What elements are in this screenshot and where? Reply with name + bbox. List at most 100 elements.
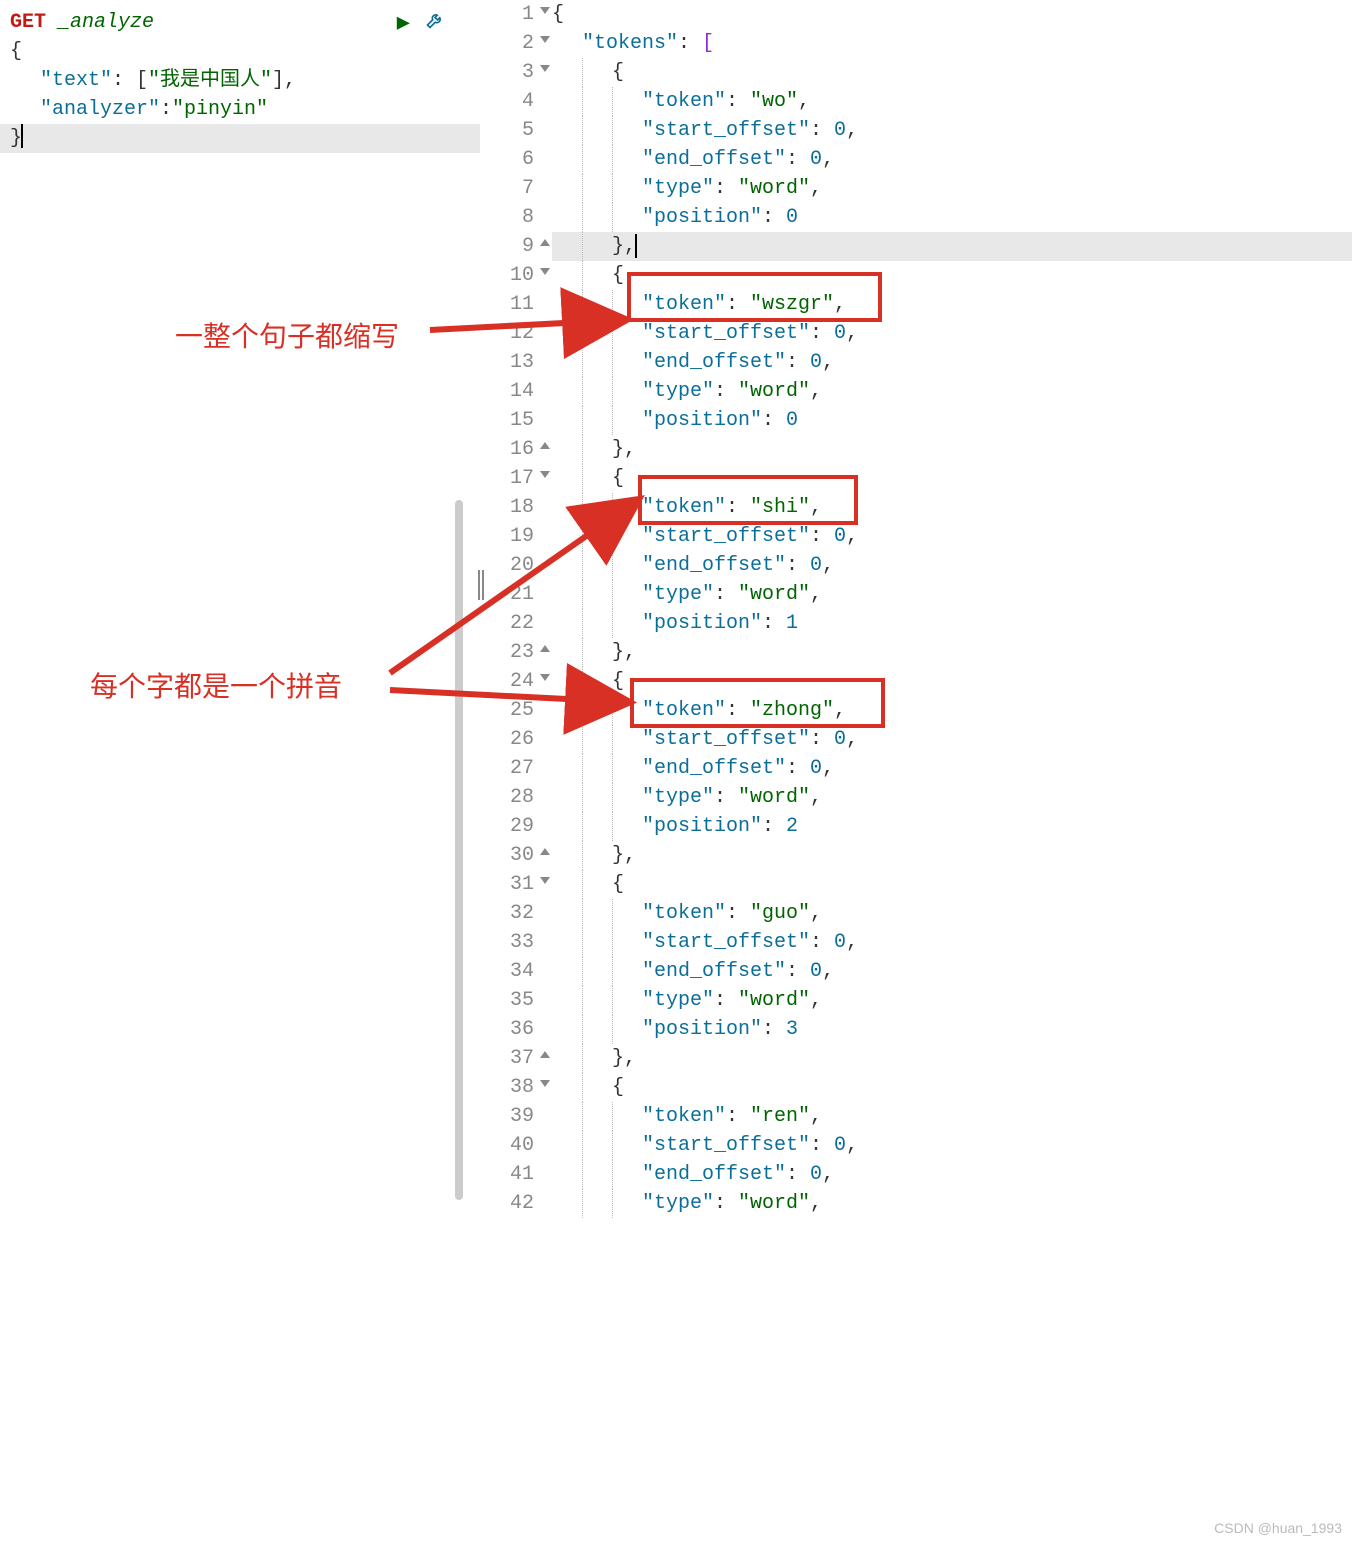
response-line[interactable]: 42"type": "word", — [480, 1189, 1352, 1218]
response-line[interactable]: 26"start_offset": 0, — [480, 725, 1352, 754]
line-number: 40 — [480, 1131, 552, 1160]
line-number: 14 — [480, 377, 552, 406]
line-number: 9 — [480, 232, 552, 261]
response-line[interactable]: 40"start_offset": 0, — [480, 1131, 1352, 1160]
line-number: 41 — [480, 1160, 552, 1189]
request-body-line[interactable]: "text": ["我是中国人"], — [0, 66, 480, 95]
request-body-line[interactable]: { — [0, 37, 480, 66]
fold-icon[interactable] — [540, 442, 550, 449]
http-method: GET — [10, 8, 46, 37]
response-line[interactable]: 3{ — [480, 58, 1352, 87]
wrench-icon[interactable] — [425, 10, 445, 37]
response-line[interactable]: 28"type": "word", — [480, 783, 1352, 812]
line-number: 3 — [480, 58, 552, 87]
response-line[interactable]: 7"type": "word", — [480, 174, 1352, 203]
line-number: 2 — [480, 29, 552, 58]
response-line[interactable]: 13"end_offset": 0, — [480, 348, 1352, 377]
line-number: 5 — [480, 116, 552, 145]
line-number: 1 — [480, 0, 552, 29]
request-editor[interactable]: ▶ GET _analyze {"text": ["我是中国人"],"analy… — [0, 0, 480, 1542]
scrollbar-thumb[interactable] — [455, 500, 463, 1200]
line-number: 29 — [480, 812, 552, 841]
response-line[interactable]: 15"position": 0 — [480, 406, 1352, 435]
line-number: 27 — [480, 754, 552, 783]
response-line[interactable]: 18"token": "shi", — [480, 493, 1352, 522]
endpoint: _analyze — [58, 8, 154, 37]
response-line[interactable]: 19"start_offset": 0, — [480, 522, 1352, 551]
response-line[interactable]: 31{ — [480, 870, 1352, 899]
response-line[interactable]: 21"type": "word", — [480, 580, 1352, 609]
line-number: 42 — [480, 1189, 552, 1218]
line-number: 17 — [480, 464, 552, 493]
response-line[interactable]: 36"position": 3 — [480, 1015, 1352, 1044]
response-line[interactable]: 1{ — [480, 0, 1352, 29]
response-line[interactable]: 23}, — [480, 638, 1352, 667]
response-line[interactable]: 2"tokens": [ — [480, 29, 1352, 58]
response-line[interactable]: 37}, — [480, 1044, 1352, 1073]
play-icon[interactable]: ▶ — [397, 10, 410, 36]
line-number: 19 — [480, 522, 552, 551]
request-body-line[interactable]: } — [0, 124, 480, 153]
response-line[interactable]: 6"end_offset": 0, — [480, 145, 1352, 174]
response-line[interactable]: 27"end_offset": 0, — [480, 754, 1352, 783]
fold-icon[interactable] — [540, 471, 550, 478]
response-line[interactable]: 22"position": 1 — [480, 609, 1352, 638]
response-line[interactable]: 4"token": "wo", — [480, 87, 1352, 116]
fold-icon[interactable] — [540, 848, 550, 855]
response-line[interactable]: 41"end_offset": 0, — [480, 1160, 1352, 1189]
line-number: 8 — [480, 203, 552, 232]
line-number: 25 — [480, 696, 552, 725]
response-line[interactable]: 9}, — [480, 232, 1352, 261]
line-number: 11 — [480, 290, 552, 319]
line-number: 12 — [480, 319, 552, 348]
fold-icon[interactable] — [540, 7, 550, 14]
response-line[interactable]: 17{ — [480, 464, 1352, 493]
line-number: 22 — [480, 609, 552, 638]
line-number: 36 — [480, 1015, 552, 1044]
line-number: 32 — [480, 899, 552, 928]
annotation-pinyin: 每个字都是一个拼音 — [90, 665, 342, 705]
fold-icon[interactable] — [540, 36, 550, 43]
line-number: 31 — [480, 870, 552, 899]
line-number: 10 — [480, 261, 552, 290]
line-number: 7 — [480, 174, 552, 203]
annotation-abbrev: 一整个句子都缩写 — [175, 315, 399, 355]
fold-icon[interactable] — [540, 1080, 550, 1087]
response-line[interactable]: 12"start_offset": 0, — [480, 319, 1352, 348]
response-line[interactable]: 16}, — [480, 435, 1352, 464]
response-line[interactable]: 33"start_offset": 0, — [480, 928, 1352, 957]
fold-icon[interactable] — [540, 877, 550, 884]
response-line[interactable]: 5"start_offset": 0, — [480, 116, 1352, 145]
response-line[interactable]: 35"type": "word", — [480, 986, 1352, 1015]
line-number: 21 — [480, 580, 552, 609]
line-number: 23 — [480, 638, 552, 667]
fold-icon[interactable] — [540, 65, 550, 72]
fold-icon[interactable] — [540, 239, 550, 246]
response-viewer[interactable]: 1{2"tokens": [3{4"token": "wo",5"start_o… — [480, 0, 1352, 1542]
response-line[interactable]: 11"token": "wszgr", — [480, 290, 1352, 319]
response-line[interactable]: 20"end_offset": 0, — [480, 551, 1352, 580]
response-line[interactable]: 10{ — [480, 261, 1352, 290]
response-line[interactable]: 29"position": 2 — [480, 812, 1352, 841]
response-line[interactable]: 39"token": "ren", — [480, 1102, 1352, 1131]
line-number: 28 — [480, 783, 552, 812]
request-body-line[interactable]: "analyzer": "pinyin" — [0, 95, 480, 124]
response-line[interactable]: 32"token": "guo", — [480, 899, 1352, 928]
response-line[interactable]: 38{ — [480, 1073, 1352, 1102]
fold-icon[interactable] — [540, 674, 550, 681]
fold-icon[interactable] — [540, 1051, 550, 1058]
watermark: CSDN @huan_1993 — [1214, 1520, 1342, 1536]
response-line[interactable]: 14"type": "word", — [480, 377, 1352, 406]
response-line[interactable]: 8"position": 0 — [480, 203, 1352, 232]
response-line[interactable]: 34"end_offset": 0, — [480, 957, 1352, 986]
line-number: 26 — [480, 725, 552, 754]
response-line[interactable]: 30}, — [480, 841, 1352, 870]
line-number: 4 — [480, 87, 552, 116]
line-number: 24 — [480, 667, 552, 696]
splitter-handle[interactable] — [478, 570, 484, 600]
line-number: 30 — [480, 841, 552, 870]
fold-icon[interactable] — [540, 645, 550, 652]
response-line[interactable]: 24{ — [480, 667, 1352, 696]
fold-icon[interactable] — [540, 268, 550, 275]
response-line[interactable]: 25"token": "zhong", — [480, 696, 1352, 725]
